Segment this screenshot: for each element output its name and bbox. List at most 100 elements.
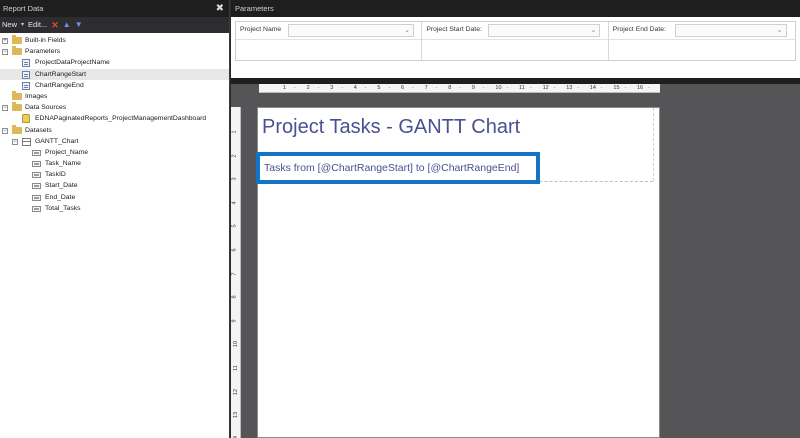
ruler-tick-label: 12 <box>233 388 240 395</box>
ruler-minor-tick: · <box>506 85 509 91</box>
field-icon <box>32 161 41 168</box>
vertical-ruler: 1234567891011121314 <box>231 107 241 438</box>
ruler-tick-label: 6 <box>231 248 238 252</box>
tree-item-label: Project_Name <box>45 148 89 156</box>
field-icon <box>32 183 41 190</box>
tree-item[interactable]: Images <box>0 90 229 102</box>
expand-icon[interactable]: + <box>2 38 8 44</box>
tree-item[interactable]: − Data Sources <box>0 102 229 113</box>
ruler-tick-label: 13 <box>566 85 573 91</box>
parameter-cell: Project End Date: ⌄ <box>608 22 795 60</box>
ruler-minor-tick: · <box>317 85 320 91</box>
report-subtitle-textbox[interactable]: Tasks from [@ChartRangeStart] to [@Chart… <box>256 152 540 184</box>
delete-icon[interactable]: ✕ <box>51 17 59 33</box>
ruler-tick-label: 16 <box>637 85 644 91</box>
collapse-icon[interactable]: − <box>2 127 8 134</box>
edit-button[interactable]: Edit... <box>28 17 47 33</box>
tree-item[interactable]: − GANTT_Chart <box>0 136 229 147</box>
tree-item-label: Built-in Fields <box>25 37 66 44</box>
report-data-tree: + Built-in Fields − Parameters ProjectDataPr… <box>0 33 229 214</box>
chevron-down-icon[interactable]: ▾ <box>21 17 24 33</box>
tree-item[interactable]: Project_Name <box>0 147 229 158</box>
tree-item-label: Total_Tasks <box>45 204 81 212</box>
tree-item[interactable]: + Built-in Fields <box>0 35 229 46</box>
ruler-minor-tick: · <box>600 85 603 91</box>
parameter-label: Project Start Date: <box>426 26 482 33</box>
parameter-cell: Project Start Date: ⌄ <box>422 22 609 60</box>
tree-item[interactable]: − Parameters <box>0 46 229 57</box>
tree-item-label: Images <box>25 92 48 100</box>
tree-item[interactable]: ChartRangeEnd <box>0 80 229 91</box>
tree-item[interactable]: ProjectDataProjectName <box>0 57 229 68</box>
tree-item[interactable]: ChartRangeStart <box>0 68 229 80</box>
horizontal-ruler: 1 · 2 · 3 · 4 · 5 · 6 · 7 · 8 · 9 · 10 · 11 · 12 · 13 · 14 · 15 · 16 · <box>259 84 660 93</box>
arrow-down-icon[interactable]: ▼ <box>75 17 83 33</box>
report-title-textbox[interactable]: Project Tasks - GANTT Chart <box>262 116 520 139</box>
new-button[interactable]: New <box>2 17 17 33</box>
ruler-tick-label: 8 <box>231 295 238 299</box>
tree-item-label: Start_Date <box>45 182 78 190</box>
tree-item[interactable]: TaskID <box>0 169 229 180</box>
parameter-dropdown[interactable]: ⌄ <box>488 24 601 37</box>
chevron-down-icon[interactable]: ⌄ <box>404 26 410 34</box>
ruler-tick-label: 5 <box>377 85 381 91</box>
tree-item-label: TaskID <box>45 171 66 179</box>
ruler-tick-label: 2 <box>231 154 238 158</box>
ruler-tick-label: 8 <box>448 85 452 91</box>
collapse-icon[interactable]: − <box>2 105 8 112</box>
parameter-dropdown[interactable]: ⌄ <box>674 24 787 37</box>
close-icon[interactable]: ✖ <box>216 0 224 17</box>
chevron-down-icon[interactable]: ⌄ <box>590 26 596 34</box>
ruler-minor-tick: · <box>553 85 556 91</box>
parameter-dropdown[interactable]: ⌄ <box>288 24 414 37</box>
parameter-label: Project End Date: <box>612 26 666 33</box>
report-data-header: Report Data ✖ <box>0 0 229 17</box>
tree-item[interactable]: − Datasets <box>0 124 229 136</box>
ruler-tick-label: 15 <box>613 85 620 91</box>
ruler-tick-label: 3 <box>231 177 238 181</box>
parameters-header: Parameters <box>231 0 800 17</box>
collapse-icon[interactable]: − <box>12 138 18 145</box>
ruler-tick-label: 4 <box>231 201 238 205</box>
ruler-minor-tick: · <box>648 85 650 91</box>
header-right-guide <box>653 108 654 181</box>
ruler-tick-label: 6 <box>401 85 405 91</box>
report-builder-window: Report Data ✖ New ▾ Edit... ✕ ▲ ▼ + Built… <box>0 0 800 438</box>
tree-item[interactable]: Task_Name <box>0 158 229 169</box>
arrow-up-icon[interactable]: ▲ <box>63 17 71 33</box>
tree-item-label: ChartRangeEnd <box>35 81 84 89</box>
collapse-icon[interactable]: − <box>2 49 8 56</box>
ruler-tick-label: 12 <box>542 85 549 91</box>
ruler-tick-label: 10 <box>495 85 502 91</box>
parameters-panel: Parameters Project Name ⌄ Project Start Da… <box>231 0 800 78</box>
folder-icon <box>12 35 22 44</box>
ruler-minor-tick: · <box>624 85 627 91</box>
chevron-down-icon[interactable]: ⌄ <box>777 26 783 34</box>
ruler-minor-tick: · <box>577 85 580 91</box>
ruler-tick-label: 11 <box>519 85 525 91</box>
report-subtitle-text: Tasks from [@ChartRangeStart] to [@Chart… <box>264 162 520 174</box>
ruler-minor-tick: · <box>341 85 344 91</box>
tree-item-label: Task_Name <box>45 160 81 168</box>
tree-item-label: ProjectDataProjectName <box>35 59 110 67</box>
datasource-icon <box>22 114 30 124</box>
report-page[interactable]: Project Tasks - GANTT Chart Tasks from [… <box>256 107 660 438</box>
tree-item[interactable]: EDNAPaginatedReports_ProjectManagementDa… <box>0 113 229 124</box>
parameter-label: Project Name <box>240 26 282 33</box>
ruler-minor-tick: · <box>388 85 391 91</box>
ruler-tick-label: 7 <box>424 85 428 91</box>
dataset-icon <box>22 137 31 146</box>
tree-item[interactable]: Total_Tasks <box>0 203 229 214</box>
ruler-minor-tick: · <box>364 85 367 91</box>
folder-icon <box>12 102 22 112</box>
parameter-icon <box>22 81 30 90</box>
parameter-row-divider <box>422 39 608 40</box>
parameter-row-divider <box>236 39 422 40</box>
parameter-icon <box>22 70 30 79</box>
ruler-minor-tick: · <box>530 85 532 91</box>
tree-item[interactable]: End_Date <box>0 192 229 203</box>
tree-item[interactable]: Start_Date <box>0 180 229 191</box>
tree-item-label: Parameters <box>25 48 61 56</box>
ruler-tick-label: 1 <box>231 130 238 134</box>
ruler-tick-label: 7 <box>231 272 238 276</box>
